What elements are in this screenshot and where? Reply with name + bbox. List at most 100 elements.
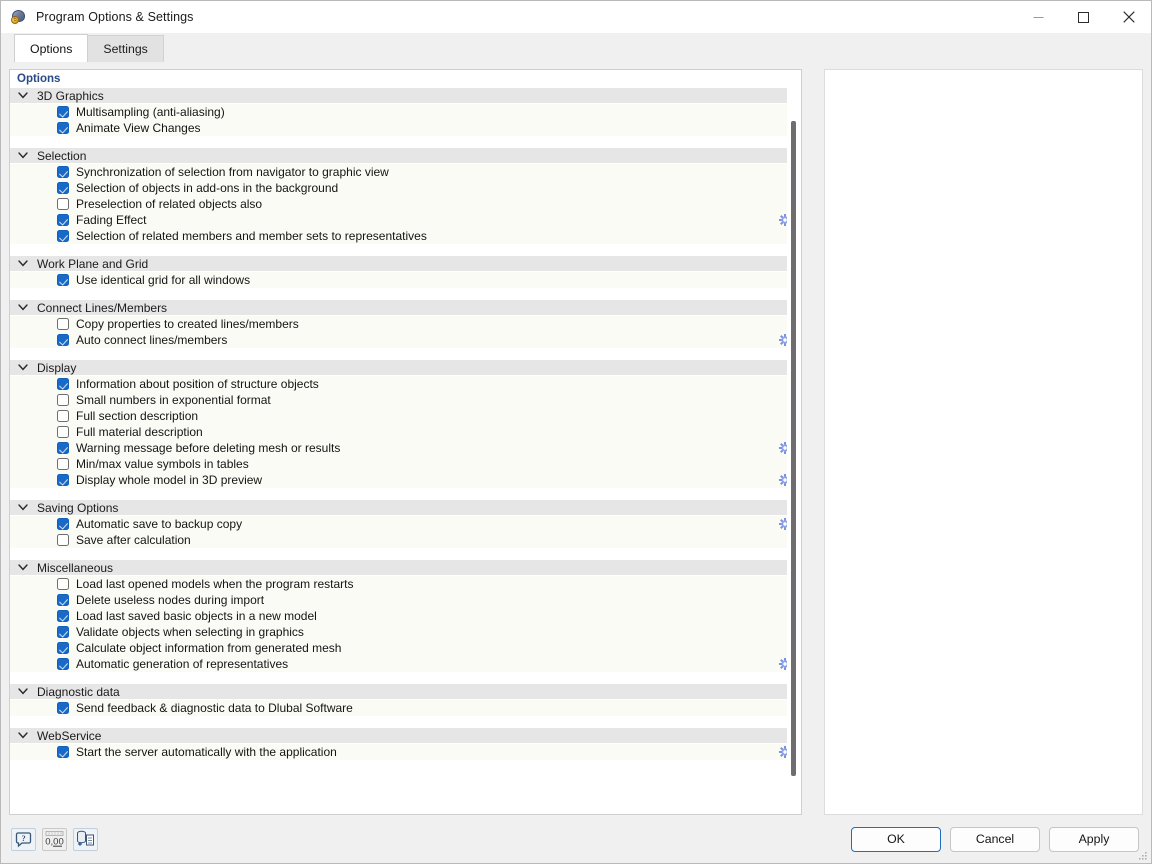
option-label: Send feedback & diagnostic data to Dluba… [76, 701, 353, 715]
option-checkbox[interactable] [57, 746, 69, 758]
option-row[interactable]: Copy properties to created lines/members [10, 316, 801, 332]
minimize-icon[interactable] [1016, 1, 1061, 33]
option-row[interactable]: Automatic generation of representatives [10, 656, 801, 672]
option-row[interactable]: Load last saved basic objects in a new m… [10, 608, 801, 624]
section-header[interactable]: Saving Options [10, 500, 801, 516]
option-checkbox[interactable] [57, 518, 69, 530]
option-row[interactable]: Synchronization of selection from naviga… [10, 164, 801, 180]
dialog-body: Options 3D Graphics Multisampling (anti-a… [1, 62, 1151, 859]
dialog-footer: ? 0,00 OK Cancel Apply [1, 815, 1151, 863]
option-row[interactable]: Validate objects when selecting in graph… [10, 624, 801, 640]
option-checkbox[interactable] [57, 594, 69, 606]
option-label: Full section description [76, 409, 199, 423]
tab-settings[interactable]: Settings [87, 35, 164, 62]
tab-options[interactable]: Options [14, 34, 89, 62]
option-checkbox[interactable] [57, 334, 69, 346]
apply-button[interactable]: Apply [1049, 826, 1139, 852]
option-checkbox[interactable] [57, 214, 69, 226]
section-header[interactable]: WebService [10, 728, 801, 744]
chevron-down-icon[interactable] [10, 364, 36, 371]
option-row[interactable]: Save after calculation [10, 532, 801, 548]
chevron-down-icon[interactable] [10, 564, 36, 571]
option-label: Load last opened models when the program… [76, 577, 354, 591]
option-row[interactable]: Fading Effect [10, 212, 801, 228]
option-row[interactable]: Start the server automatically with the … [10, 744, 801, 760]
cancel-button[interactable]: Cancel [950, 826, 1040, 852]
section-header[interactable]: Miscellaneous [10, 560, 801, 576]
chevron-down-icon[interactable] [10, 688, 36, 695]
decimal-places-icon[interactable]: 0,00 [42, 827, 67, 851]
option-checkbox[interactable] [57, 378, 69, 390]
option-checkbox[interactable] [57, 578, 69, 590]
chevron-down-icon[interactable] [10, 92, 36, 99]
option-row[interactable]: Small numbers in exponential format [10, 392, 801, 408]
option-label: Small numbers in exponential format [76, 393, 271, 407]
section-header[interactable]: Diagnostic data [10, 684, 801, 700]
option-row[interactable]: Full section description [10, 408, 801, 424]
section-title: Selection [37, 148, 87, 163]
option-checkbox[interactable] [57, 182, 69, 194]
option-checkbox[interactable] [57, 198, 69, 210]
option-checkbox[interactable] [57, 610, 69, 622]
option-checkbox[interactable] [57, 410, 69, 422]
import-export-icon[interactable] [73, 827, 98, 851]
resize-grip-icon[interactable] [1136, 849, 1148, 861]
options-scrollbar[interactable] [786, 88, 801, 814]
option-checkbox[interactable] [57, 626, 69, 638]
option-checkbox[interactable] [57, 166, 69, 178]
close-icon[interactable] [1106, 1, 1151, 33]
section-title: Work Plane and Grid [37, 256, 149, 271]
option-checkbox[interactable] [57, 702, 69, 714]
chevron-down-icon[interactable] [10, 504, 36, 511]
section-header[interactable]: Display [10, 360, 801, 376]
section-header[interactable]: Connect Lines/Members [10, 300, 801, 316]
help-icon[interactable]: ? [11, 827, 36, 851]
option-checkbox[interactable] [57, 474, 69, 486]
chevron-down-icon[interactable] [10, 260, 36, 267]
option-row[interactable]: Multisampling (anti-aliasing) [10, 104, 801, 120]
option-checkbox[interactable] [57, 274, 69, 286]
option-row[interactable]: Full material description [10, 424, 801, 440]
option-label: Warning message before deleting mesh or … [76, 441, 341, 455]
ok-button[interactable]: OK [851, 826, 941, 852]
option-row[interactable]: Use identical grid for all windows [10, 272, 801, 288]
option-row[interactable]: Selection of objects in add-ons in the b… [10, 180, 801, 196]
option-row[interactable]: Information about position of structure … [10, 376, 801, 392]
option-checkbox[interactable] [57, 318, 69, 330]
option-row[interactable]: Auto connect lines/members [10, 332, 801, 348]
chevron-down-icon[interactable] [10, 304, 36, 311]
option-checkbox[interactable] [57, 642, 69, 654]
option-checkbox[interactable] [57, 394, 69, 406]
section-header[interactable]: 3D Graphics [10, 88, 801, 104]
option-checkbox[interactable] [57, 426, 69, 438]
option-row[interactable]: Animate View Changes [10, 120, 801, 136]
option-checkbox[interactable] [57, 230, 69, 242]
option-row[interactable]: Preselection of related objects also [10, 196, 801, 212]
option-checkbox[interactable] [57, 534, 69, 546]
option-row[interactable]: Warning message before deleting mesh or … [10, 440, 801, 456]
option-checkbox[interactable] [57, 658, 69, 670]
option-row[interactable]: Automatic save to backup copy [10, 516, 801, 532]
option-checkbox[interactable] [57, 106, 69, 118]
option-row[interactable]: Display whole model in 3D preview [10, 472, 801, 488]
option-checkbox[interactable] [57, 122, 69, 134]
option-row[interactable]: Delete useless nodes during import [10, 592, 801, 608]
scrollbar-thumb[interactable] [790, 121, 796, 776]
chevron-down-icon[interactable] [10, 732, 36, 739]
option-row[interactable]: Calculate object information from genera… [10, 640, 801, 656]
option-checkbox[interactable] [57, 442, 69, 454]
tab-options-label: Options [30, 41, 73, 56]
section-header[interactable]: Selection [10, 148, 801, 164]
chevron-down-icon[interactable] [10, 152, 36, 159]
section-items: Start the server automatically with the … [10, 744, 801, 760]
maximize-icon[interactable] [1061, 1, 1106, 33]
option-label: Automatic generation of representatives [76, 657, 289, 671]
option-row[interactable]: Min/max value symbols in tables [10, 456, 801, 472]
option-checkbox[interactable] [57, 458, 69, 470]
option-label: Animate View Changes [76, 121, 201, 135]
option-row[interactable]: Load last opened models when the program… [10, 576, 801, 592]
section-items: Information about position of structure … [10, 376, 801, 488]
section-header[interactable]: Work Plane and Grid [10, 256, 801, 272]
option-row[interactable]: Send feedback & diagnostic data to Dluba… [10, 700, 801, 716]
option-row[interactable]: Selection of related members and member … [10, 228, 801, 244]
